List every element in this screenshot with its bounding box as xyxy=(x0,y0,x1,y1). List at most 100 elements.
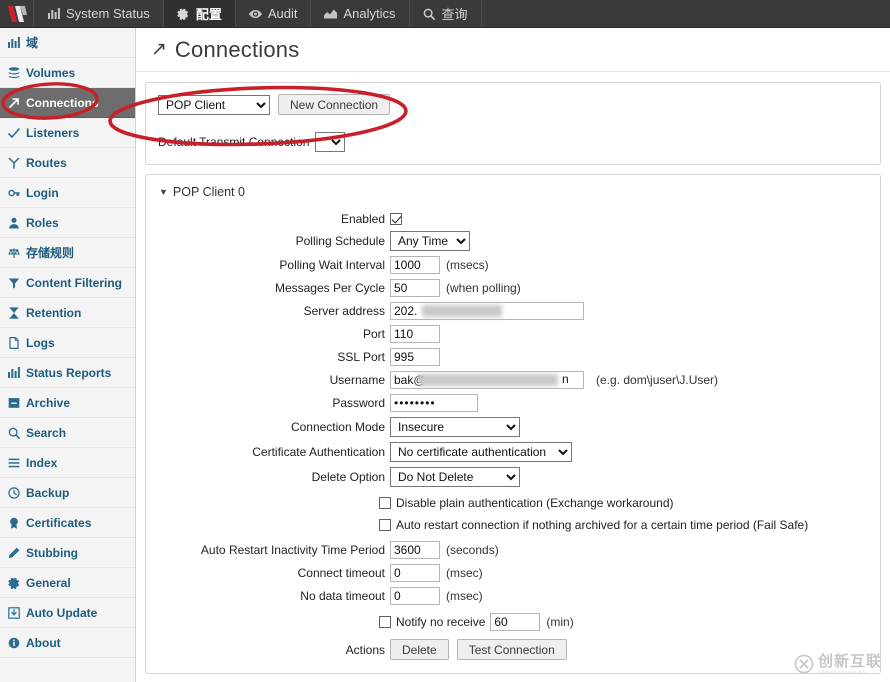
sidebar-item-auto-update[interactable]: Auto Update xyxy=(0,598,135,628)
port-label: Port xyxy=(362,327,385,341)
nav-item-analytics[interactable]: Analytics xyxy=(311,0,410,27)
sidebar-item-label: Roles xyxy=(26,215,59,230)
notify-no-receive-unit: (min) xyxy=(546,615,574,629)
sidebar-item-logs[interactable]: Logs xyxy=(0,328,135,358)
server-address-input[interactable] xyxy=(390,302,584,320)
pop-client-section-header[interactable]: ▼ POP Client 0 xyxy=(159,185,868,199)
ssl-port-label: SSL Port xyxy=(337,350,385,364)
notify-no-receive-input[interactable] xyxy=(490,613,541,631)
connection-mode-select[interactable]: Insecure xyxy=(390,417,520,437)
sidebar-item-volumes[interactable]: Volumes xyxy=(0,58,135,88)
auto-restart-checkbox[interactable] xyxy=(379,519,391,531)
sidebar-item-general[interactable]: General xyxy=(0,568,135,598)
clock-icon xyxy=(7,486,20,499)
seal-icon xyxy=(7,516,20,529)
disable-plain-auth-checkbox[interactable] xyxy=(379,497,391,509)
enabled-row: Enabled xyxy=(158,212,868,226)
nav-label: System Status xyxy=(66,6,150,21)
polling-wait-interval-row: Polling Wait Interval (msecs) xyxy=(158,256,868,274)
nav-item-audit[interactable]: Audit xyxy=(236,0,312,27)
delete-option-select[interactable]: Do Not Delete xyxy=(390,467,520,487)
sidebar-item-label: 域 xyxy=(26,36,39,50)
connect-timeout-label: Connect timeout xyxy=(297,566,385,580)
connect-timeout-input[interactable] xyxy=(390,564,440,582)
nav-item-configuration[interactable]: 配置 xyxy=(163,0,236,27)
certificate-authentication-row: Certificate Authentication No certificat… xyxy=(158,442,868,462)
password-input[interactable] xyxy=(390,394,478,412)
sidebar-item-status-reports[interactable]: Status Reports xyxy=(0,358,135,388)
document-icon xyxy=(7,336,20,349)
sidebar-item-connections[interactable]: Connections xyxy=(0,88,135,118)
ssl-port-input[interactable] xyxy=(390,348,440,366)
test-connection-button[interactable]: Test Connection xyxy=(456,639,567,660)
default-transmit-row: Default Transmit Connection xyxy=(158,132,868,152)
connection-type-select[interactable]: POP Client xyxy=(158,94,270,115)
polling-wait-interval-label: Polling Wait Interval xyxy=(279,258,385,272)
main-content: ↗ Connections POP Client New Connection … xyxy=(136,28,890,682)
key-icon xyxy=(7,186,20,199)
stack-icon xyxy=(7,66,20,79)
delete-option-label: Delete Option xyxy=(311,470,385,484)
arrow-up-right-icon: ↗ xyxy=(151,39,167,60)
nav-item-system-status[interactable]: System Status xyxy=(34,0,164,27)
notify-no-receive-checkbox[interactable] xyxy=(379,616,391,628)
sidebar-item-retention[interactable]: Retention xyxy=(0,298,135,328)
gear-icon xyxy=(177,7,190,20)
auto-restart-inactivity-input[interactable] xyxy=(390,541,440,559)
new-connection-button[interactable]: New Connection xyxy=(278,94,391,115)
sidebar-item-label: Index xyxy=(26,455,58,470)
no-data-timeout-input[interactable] xyxy=(390,587,440,605)
pop-client-form-panel: ▼ POP Client 0 Enabled Polling Schedule … xyxy=(145,174,881,674)
sidebar-item-search[interactable]: Search xyxy=(0,418,135,448)
server-address-row: Server address xyxy=(158,302,868,320)
sidebar-item-roles[interactable]: Roles xyxy=(0,208,135,238)
server-address-label: Server address xyxy=(303,304,385,318)
page-header: ↗ Connections xyxy=(136,28,890,72)
default-transmit-select[interactable] xyxy=(315,132,346,152)
username-input[interactable] xyxy=(390,371,584,389)
info-icon xyxy=(7,636,20,649)
polling-wait-interval-input[interactable] xyxy=(390,256,440,274)
nav-item-query[interactable]: 查询 xyxy=(410,0,482,27)
delete-option-row: Delete Option Do Not Delete xyxy=(158,467,868,487)
sidebar-item-storage-rules[interactable]: 存储规则 xyxy=(0,238,135,268)
connection-mode-label: Connection Mode xyxy=(290,420,385,434)
no-data-timeout-label: No data timeout xyxy=(300,589,385,603)
nav-label: Analytics xyxy=(343,6,396,21)
sidebar-item-label: Logs xyxy=(26,335,55,350)
sidebar-item-label: 存储规则 xyxy=(26,246,75,260)
top-navigation-bar: System Status 配置 Audit Analytics 查询 xyxy=(0,0,890,28)
sidebar-item-login[interactable]: Login xyxy=(0,178,135,208)
chevron-down-icon: ▼ xyxy=(159,186,168,197)
enabled-checkbox[interactable] xyxy=(390,213,402,225)
sidebar-item-routes[interactable]: Routes xyxy=(0,148,135,178)
username-value-tail: n xyxy=(562,372,569,386)
auto-restart-inactivity-label: Auto Restart Inactivity Time Period xyxy=(200,543,385,557)
polling-wait-interval-unit: (msecs) xyxy=(446,258,489,272)
delete-button[interactable]: Delete xyxy=(390,639,449,660)
port-input[interactable] xyxy=(390,325,440,343)
app-logo[interactable] xyxy=(0,0,34,27)
sidebar-item-content-filtering[interactable]: Content Filtering xyxy=(0,268,135,298)
username-row: Username n (e.g. dom\juser\J.User) xyxy=(158,371,868,389)
sidebar-item-about[interactable]: About xyxy=(0,628,135,658)
sidebar-item-label: Auto Update xyxy=(26,605,98,620)
watermark: 创新互联 CHUANGXIN HULIAN xyxy=(794,654,882,674)
sidebar-item-domains[interactable]: 域 xyxy=(0,28,135,58)
sidebar-item-index[interactable]: Index xyxy=(0,448,135,478)
page-title: Connections xyxy=(174,36,300,62)
polling-schedule-select[interactable]: Any Time xyxy=(390,231,470,251)
password-label: Password xyxy=(332,396,385,410)
arrow-up-right-icon xyxy=(7,96,20,109)
sidebar-item-label: Volumes xyxy=(26,65,76,80)
sidebar-item-backup[interactable]: Backup xyxy=(0,478,135,508)
actions-row: Actions Delete Test Connection xyxy=(158,639,868,660)
sidebar-item-stubbing[interactable]: Stubbing xyxy=(0,538,135,568)
sidebar-item-certificates[interactable]: Certificates xyxy=(0,508,135,538)
messages-per-cycle-input[interactable] xyxy=(390,279,440,297)
sidebar-item-listeners[interactable]: Listeners xyxy=(0,118,135,148)
certificate-authentication-select[interactable]: No certificate authentication xyxy=(390,442,572,462)
sidebar-item-archive[interactable]: Archive xyxy=(0,388,135,418)
connection-toolbar-panel: POP Client New Connection Default Transm… xyxy=(145,82,881,165)
sidebar-item-label: Archive xyxy=(26,395,71,410)
